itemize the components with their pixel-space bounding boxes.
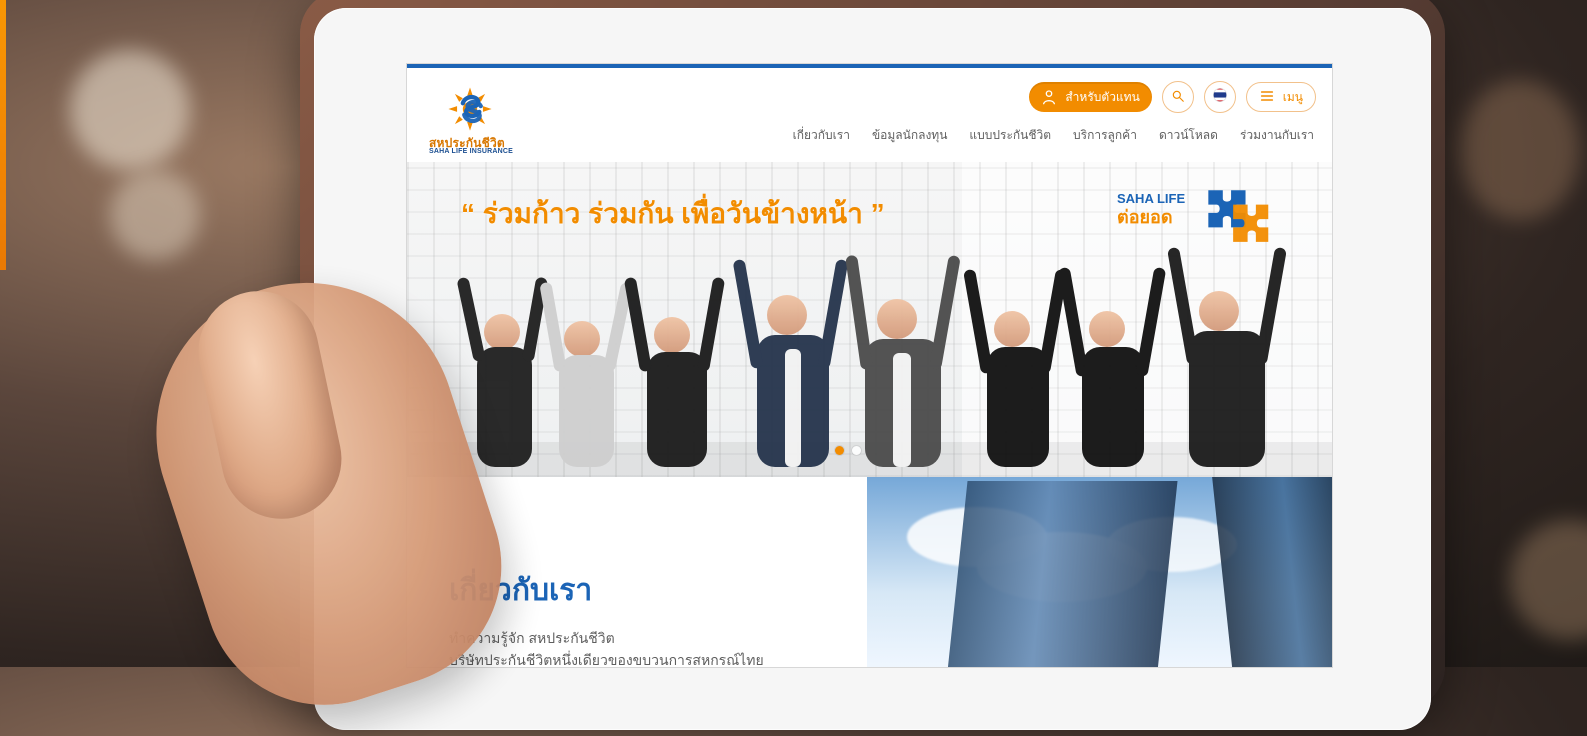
carousel-dot-1[interactable] [835, 446, 844, 455]
menu-button[interactable]: เมนู [1245, 82, 1316, 112]
nav-products[interactable]: แบบประกันชีวิต [969, 126, 1051, 145]
about-title: เกี่ยวกับเรา [449, 574, 593, 607]
language-toggle[interactable] [1203, 81, 1236, 113]
about-image [867, 477, 1332, 667]
left-edge-accent [0, 0, 6, 270]
background-bokeh [1460, 80, 1580, 220]
background-bokeh [110, 170, 200, 260]
hero-banner: “ ร่วมก้าว ร่วมกัน เพื่อวันข้างหน้า ” SA… [407, 162, 1332, 477]
brand-subtitle: SAHA LIFE INSURANCE [429, 148, 514, 155]
site-header: สหประกันชีวิต SAHA LIFE INSURANCE สำหรับ… [407, 64, 1332, 162]
about-line-1: ทำความรู้จัก สหประกันชีวิต [449, 630, 615, 646]
agent-button-label: สำหรับตัวแทน [1065, 89, 1140, 104]
agent-button[interactable]: สำหรับตัวแทน [1029, 82, 1152, 112]
nav-investor[interactable]: ข้อมูลนักลงทุน [872, 126, 947, 145]
background-bokeh [70, 50, 190, 170]
campaign-logo-top: SAHA LIFE [1117, 191, 1186, 206]
nav-customer-service[interactable]: บริการลูกค้า [1073, 126, 1137, 145]
carousel-dots [835, 446, 861, 455]
carousel-dot-2[interactable] [852, 446, 861, 455]
content-section: เกี่ยวกับเรา ทำความรู้จัก สหประกันชีวิต … [407, 477, 1332, 667]
about-line-2: บริษัทประกันชีวิตหนึ่งเดียวของขบวนการสหก… [449, 651, 764, 667]
building [1210, 477, 1332, 667]
nav-about[interactable]: เกี่ยวกับเรา [793, 126, 850, 145]
site-logo[interactable]: สหประกันชีวิต SAHA LIFE INSURANCE [429, 86, 549, 156]
tablet-screen: สหประกันชีวิต SAHA LIFE INSURANCE สำหรับ… [407, 64, 1332, 667]
hero-quote: “ ร่วมก้าว ร่วมกัน เพื่อวันข้างหน้า ” [461, 198, 885, 229]
hero-people-illustration [407, 247, 1332, 477]
thai-flag-icon [1212, 87, 1228, 107]
search-icon [1171, 88, 1185, 107]
search-button[interactable] [1161, 81, 1194, 113]
nav-careers[interactable]: ร่วมงานกับเรา [1240, 126, 1314, 145]
about-text: ทำความรู้จัก สหประกันชีวิต บริษัทประกันช… [449, 628, 867, 667]
brand-mark-icon [448, 87, 492, 131]
menu-button-label: เมนู [1282, 89, 1303, 104]
campaign-logo-bottom: ต่อยอด [1117, 207, 1173, 227]
background-bokeh [1510, 520, 1587, 640]
person-icon [1041, 89, 1057, 105]
building [946, 481, 1178, 667]
main-navigation: เกี่ยวกับเรา ข้อมูลนักลงทุน แบบประกันชีว… [793, 126, 1314, 145]
menu-icon [1259, 88, 1275, 107]
nav-download[interactable]: ดาวน์โหลด [1159, 126, 1218, 145]
header-actions: สำหรับตัวแทน เมนู [1029, 80, 1316, 114]
